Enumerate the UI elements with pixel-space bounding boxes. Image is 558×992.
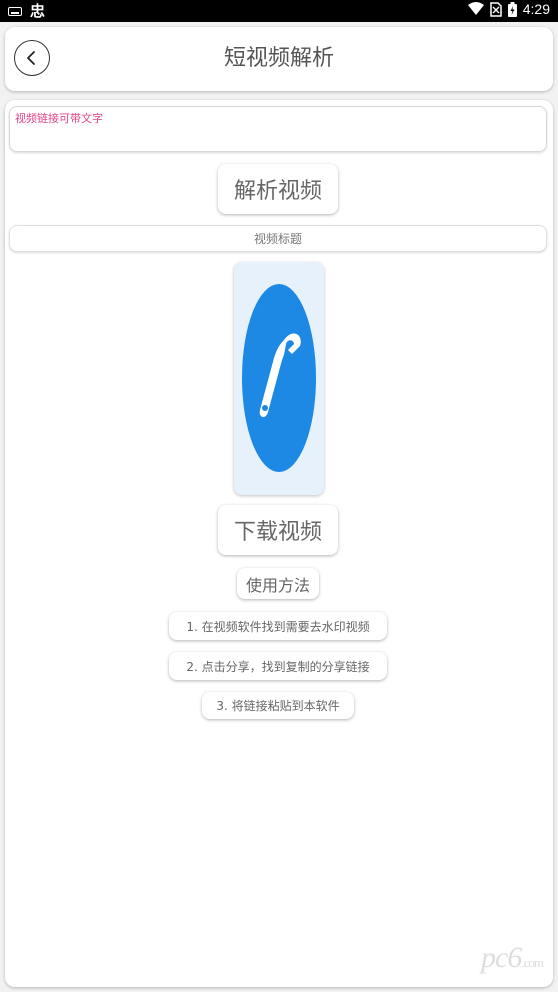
- step-item: 2. 点击分享，找到复制的分享链接: [169, 652, 387, 680]
- status-bar: 忠 4:29: [0, 0, 558, 22]
- parse-video-button[interactable]: 解析视频: [218, 164, 338, 214]
- usage-method-button[interactable]: 使用方法: [237, 568, 319, 599]
- video-thumbnail[interactable]: [234, 262, 324, 495]
- battery-icon: [507, 1, 517, 17]
- download-video-button[interactable]: 下载视频: [218, 505, 338, 555]
- video-title: 视频标题: [9, 225, 547, 252]
- watermark-logo: pc6.com: [481, 941, 544, 975]
- url-input-container: [9, 106, 547, 152]
- watermark-suffix: .com: [521, 955, 544, 970]
- wrench-icon: [242, 284, 316, 472]
- header-bar: 短视频解析: [5, 27, 553, 91]
- page-title: 短视频解析: [223, 46, 334, 71]
- status-time: 4:29: [522, 1, 550, 17]
- no-sim-icon: [490, 1, 502, 17]
- watermark-text: pc6: [481, 941, 522, 974]
- wifi-icon: [467, 2, 484, 15]
- url-input[interactable]: [10, 109, 546, 128]
- step-item: 1. 在视频软件找到需要去水印视频: [169, 612, 387, 640]
- keyboard-icon: [8, 6, 22, 16]
- app-notification-icon: 忠: [30, 2, 46, 20]
- step-item: 3. 将链接粘贴到本软件: [202, 692, 354, 719]
- main-content: 解析视频 视频标题 下载视频 使用方法 1. 在视频软件找到需要去水印视频 2.…: [5, 100, 553, 987]
